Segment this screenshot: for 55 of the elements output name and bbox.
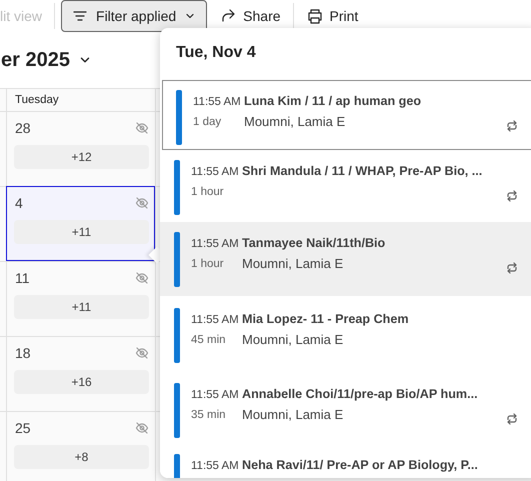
eye-off-icon <box>135 271 149 285</box>
day-cell[interactable]: 28 +12 <box>6 111 155 186</box>
more-events-button[interactable]: +12 <box>14 145 149 169</box>
event-title: Shri Mandula / 11 / WHAP, Pre-AP Bio, ... <box>242 164 482 178</box>
event-item[interactable]: 11:55 AM Neha Ravi/11/ Pre-AP or AP Biology, P... <box>160 444 531 478</box>
event-duration: 1 hour <box>191 186 225 198</box>
eye-off-icon <box>135 346 149 360</box>
day-cell[interactable]: 25 +8 <box>6 411 155 481</box>
event-title: Mia Lopez- 11 - Preap Chem <box>242 312 409 326</box>
print-button[interactable]: Print <box>300 0 364 32</box>
event-organizer: Moumni, Lamia E <box>242 256 344 271</box>
eye-off-icon <box>135 121 149 135</box>
event-item[interactable]: 11:55 AM 1 hour Tanmayee Naik/11th/Bio Moumni, Lamia E <box>160 222 531 296</box>
date-number: 4 <box>14 195 23 211</box>
more-events-button[interactable]: +11 <box>14 220 149 244</box>
repeat-icon <box>505 412 519 426</box>
event-time: 11:55 AM <box>191 314 240 326</box>
more-events-button[interactable]: +8 <box>14 445 149 469</box>
repeat-icon <box>505 261 519 275</box>
event-duration: 45 min <box>191 334 227 346</box>
event-time: 11:55 AM <box>193 96 242 108</box>
popup-title: Tue, Nov 4 <box>175 43 257 63</box>
event-time: 11:55 AM <box>191 389 240 401</box>
event-duration: 1 hour <box>191 258 225 270</box>
event-time: 11:55 AM <box>191 166 240 178</box>
event-duration: 1 day <box>193 116 222 128</box>
event-organizer: Moumni, Lamia E <box>242 407 344 422</box>
event-organizer: Moumni, Lamia E <box>244 114 346 129</box>
weekday-header: Tuesday <box>6 88 155 111</box>
repeat-icon <box>505 119 519 133</box>
date-number: 18 <box>14 345 31 361</box>
event-item[interactable]: 11:55 AM 1 day Luna Kim / 11 / ap human geo Moumni, Lamia E <box>162 80 531 150</box>
day-cell[interactable]: 11 +11 <box>6 261 155 336</box>
eye-off-icon <box>135 196 149 210</box>
event-title: Annabelle Choi/11/pre-ap Bio/AP hum... <box>242 387 478 401</box>
event-organizer: Moumni, Lamia E <box>242 332 344 347</box>
event-duration: 35 min <box>191 409 227 421</box>
event-time: 11:55 AM <box>191 460 240 472</box>
more-events-button[interactable]: +11 <box>14 295 149 319</box>
repeat-icon <box>505 189 519 203</box>
eye-off-icon <box>135 421 149 435</box>
event-title: Luna Kim / 11 / ap human geo <box>244 94 422 108</box>
filter-button[interactable]: Filter applied <box>61 0 208 32</box>
date-number: 25 <box>14 420 31 436</box>
event-time: 11:55 AM <box>191 238 240 250</box>
printer-icon <box>306 7 324 25</box>
share-button[interactable]: Share <box>213 0 287 32</box>
day-cell[interactable]: 4 +11 <box>6 186 155 261</box>
date-number: 28 <box>14 120 31 136</box>
month-title[interactable]: er 2025 <box>1 48 70 72</box>
date-number: 11 <box>14 270 30 286</box>
event-title: Tanmayee Naik/11th/Bio <box>242 236 386 250</box>
day-cell[interactable]: 18 +16 <box>6 336 155 411</box>
more-events-button[interactable]: +16 <box>14 370 149 394</box>
event-title: Neha Ravi/11/ Pre-AP or AP Biology, P... <box>242 458 478 472</box>
